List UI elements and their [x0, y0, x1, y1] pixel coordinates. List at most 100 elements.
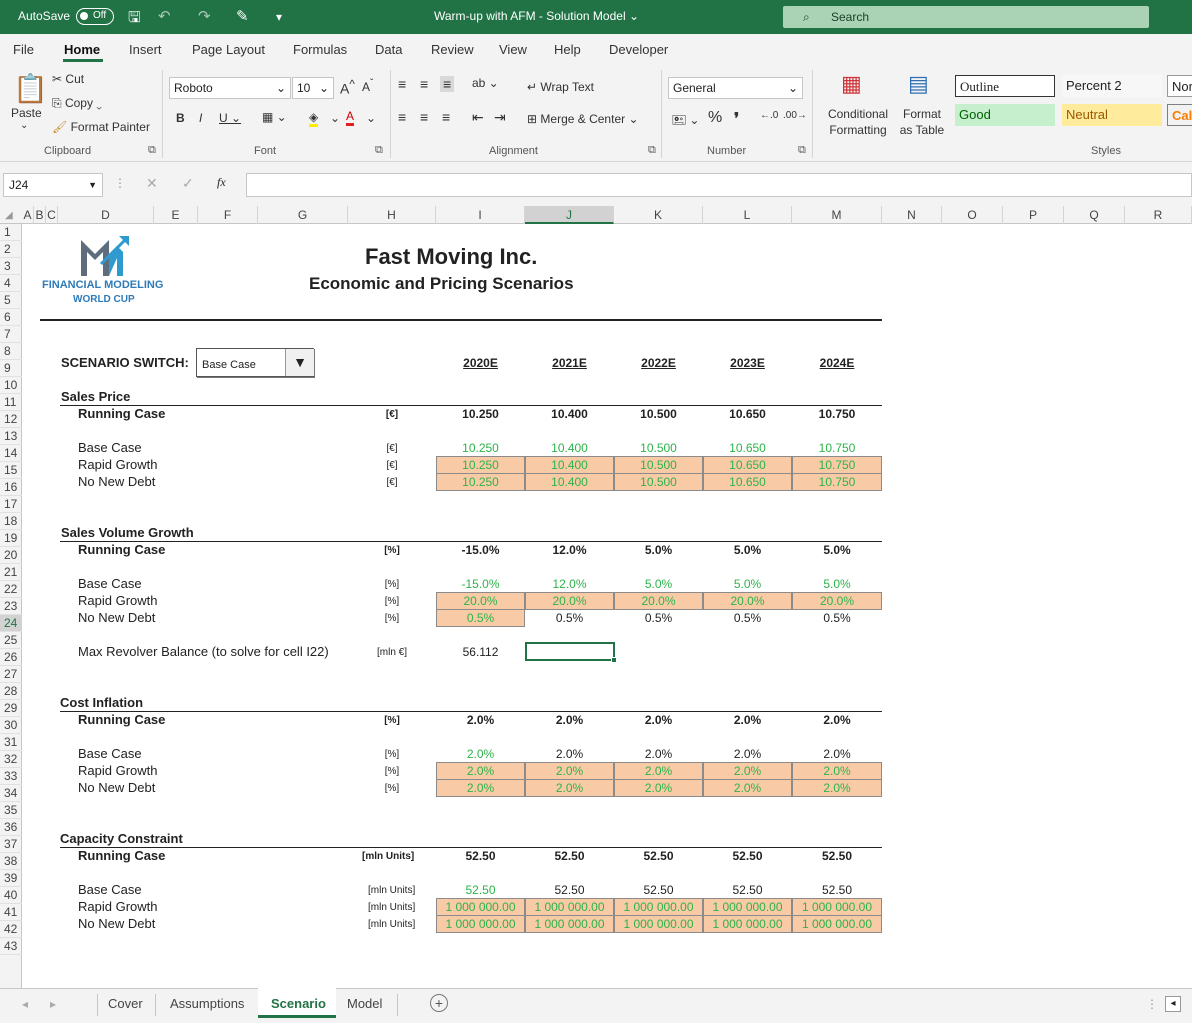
running-value[interactable]: 2.0%: [614, 712, 703, 728]
align-right-icon[interactable]: ≡: [442, 109, 450, 125]
running-value[interactable]: 2.0%: [525, 712, 614, 728]
running-value[interactable]: 10.400: [525, 406, 614, 422]
running-value[interactable]: 10.500: [614, 406, 703, 422]
row-header[interactable]: 25: [0, 632, 22, 649]
conditional-formatting-button[interactable]: Conditional Formatting: [825, 106, 891, 138]
input-cell[interactable]: 1 000 000.00: [792, 898, 882, 916]
nodebt-value[interactable]: 0.5%: [703, 610, 792, 626]
input-cell[interactable]: 10.750: [792, 473, 882, 491]
align-left-icon[interactable]: ≡: [398, 109, 406, 125]
row-header-selected[interactable]: 24: [0, 615, 22, 632]
tab-scenario[interactable]: Scenario: [271, 996, 326, 1011]
increase-decimal-icon[interactable]: ←.0: [760, 110, 778, 121]
row-header[interactable]: 14: [0, 445, 22, 462]
base-value[interactable]: 2.0%: [703, 746, 792, 762]
highlighter-icon[interactable]: ✎: [236, 7, 249, 25]
underline-icon[interactable]: U ⌄: [219, 111, 241, 125]
menu-page-layout[interactable]: Page Layout: [192, 42, 265, 57]
comma-style-icon[interactable]: ❜: [734, 109, 739, 129]
increase-indent-icon[interactable]: ⇥: [494, 109, 506, 126]
nodebt-value[interactable]: 0.5%: [614, 610, 703, 626]
base-value[interactable]: 2.0%: [436, 746, 525, 762]
copy-button[interactable]: ⎘ Copy ⌄: [52, 96, 102, 111]
running-value[interactable]: 52.50: [436, 848, 525, 864]
row-header[interactable]: 36: [0, 819, 22, 836]
base-value[interactable]: 10.250: [436, 440, 525, 456]
font-name-select[interactable]: Roboto ⌄: [169, 77, 291, 99]
row-header[interactable]: 6: [0, 309, 22, 326]
input-cell[interactable]: 2.0%: [614, 762, 703, 780]
active-cell-J24[interactable]: [525, 642, 617, 663]
row-header[interactable]: 29: [0, 700, 22, 717]
row-header[interactable]: 23: [0, 598, 22, 615]
row-header[interactable]: 3: [0, 258, 22, 275]
input-cell[interactable]: 20.0%: [703, 592, 792, 610]
running-value[interactable]: -15.0%: [436, 542, 525, 558]
base-value[interactable]: 52.50: [614, 882, 703, 898]
base-value[interactable]: 12.0%: [525, 576, 614, 592]
col-header[interactable]: D: [58, 206, 154, 224]
input-cell[interactable]: 1 000 000.00: [436, 898, 525, 916]
input-cell[interactable]: 0.5%: [436, 609, 525, 627]
col-header[interactable]: Q: [1064, 206, 1125, 224]
number-launcher-icon[interactable]: ⧉: [798, 144, 806, 157]
align-center-icon[interactable]: ≡: [420, 109, 428, 125]
row-header[interactable]: 10: [0, 377, 22, 394]
running-value[interactable]: 52.50: [525, 848, 614, 864]
redo-icon[interactable]: ↷: [198, 7, 211, 25]
max-revolver-value[interactable]: 56.112: [436, 644, 525, 660]
menu-review[interactable]: Review: [431, 42, 474, 57]
base-value[interactable]: 5.0%: [792, 576, 882, 592]
decrease-indent-icon[interactable]: ⇤: [472, 109, 484, 126]
col-header[interactable]: F: [198, 206, 258, 224]
cut-button[interactable]: ✂ Cut: [52, 72, 84, 86]
worksheet[interactable]: FINANCIAL MODELING WORLD CUP Fast Moving…: [22, 224, 1192, 988]
row-header[interactable]: 21: [0, 564, 22, 581]
select-all-icon[interactable]: ◢: [5, 210, 13, 221]
input-cell[interactable]: 10.250: [436, 473, 525, 491]
col-header[interactable]: O: [942, 206, 1003, 224]
col-header[interactable]: I: [436, 206, 525, 224]
merge-center-button[interactable]: ⊞ Merge & Center ⌄: [527, 112, 639, 126]
input-cell[interactable]: 10.500: [614, 456, 703, 474]
row-header[interactable]: 32: [0, 751, 22, 768]
input-cell[interactable]: 20.0%: [436, 592, 525, 610]
base-value[interactable]: 10.400: [525, 440, 614, 456]
input-cell[interactable]: 2.0%: [792, 779, 882, 797]
running-value[interactable]: 2.0%: [703, 712, 792, 728]
row-header[interactable]: 35: [0, 802, 22, 819]
font-color-icon[interactable]: A: [346, 109, 355, 126]
align-middle-icon[interactable]: ≡: [420, 76, 428, 92]
col-header[interactable]: M: [792, 206, 882, 224]
running-value[interactable]: 52.50: [614, 848, 703, 864]
base-value[interactable]: 5.0%: [614, 576, 703, 592]
autosave-toggle[interactable]: Off: [76, 8, 114, 25]
row-header[interactable]: 38: [0, 853, 22, 870]
col-header[interactable]: R: [1125, 206, 1192, 224]
clipboard-launcher-icon[interactable]: ⧉: [148, 144, 156, 157]
input-cell[interactable]: 10.750: [792, 456, 882, 474]
col-header[interactable]: P: [1003, 206, 1064, 224]
input-cell[interactable]: 1 000 000.00: [792, 915, 882, 933]
running-value[interactable]: 12.0%: [525, 542, 614, 558]
row-header[interactable]: 7: [0, 326, 22, 343]
base-value[interactable]: 2.0%: [792, 746, 882, 762]
col-header[interactable]: A: [22, 206, 34, 224]
input-cell[interactable]: 1 000 000.00: [614, 898, 703, 916]
menu-view[interactable]: View: [499, 42, 527, 57]
row-header[interactable]: 4: [0, 275, 22, 292]
row-header[interactable]: 40: [0, 887, 22, 904]
nodebt-value[interactable]: 0.5%: [792, 610, 882, 626]
row-header[interactable]: 12: [0, 411, 22, 428]
scroll-left-icon[interactable]: ◂: [1165, 996, 1181, 1012]
italic-icon[interactable]: I: [199, 111, 202, 125]
row-header[interactable]: 5: [0, 292, 22, 309]
row-header[interactable]: 31: [0, 734, 22, 751]
formula-input[interactable]: [246, 173, 1192, 197]
running-value[interactable]: 5.0%: [703, 542, 792, 558]
input-cell[interactable]: 2.0%: [703, 762, 792, 780]
base-value[interactable]: 2.0%: [525, 746, 614, 762]
row-header[interactable]: 2: [0, 241, 22, 258]
style-percent2[interactable]: Percent 2: [1062, 75, 1162, 97]
name-box[interactable]: J24 ▼: [3, 173, 103, 197]
